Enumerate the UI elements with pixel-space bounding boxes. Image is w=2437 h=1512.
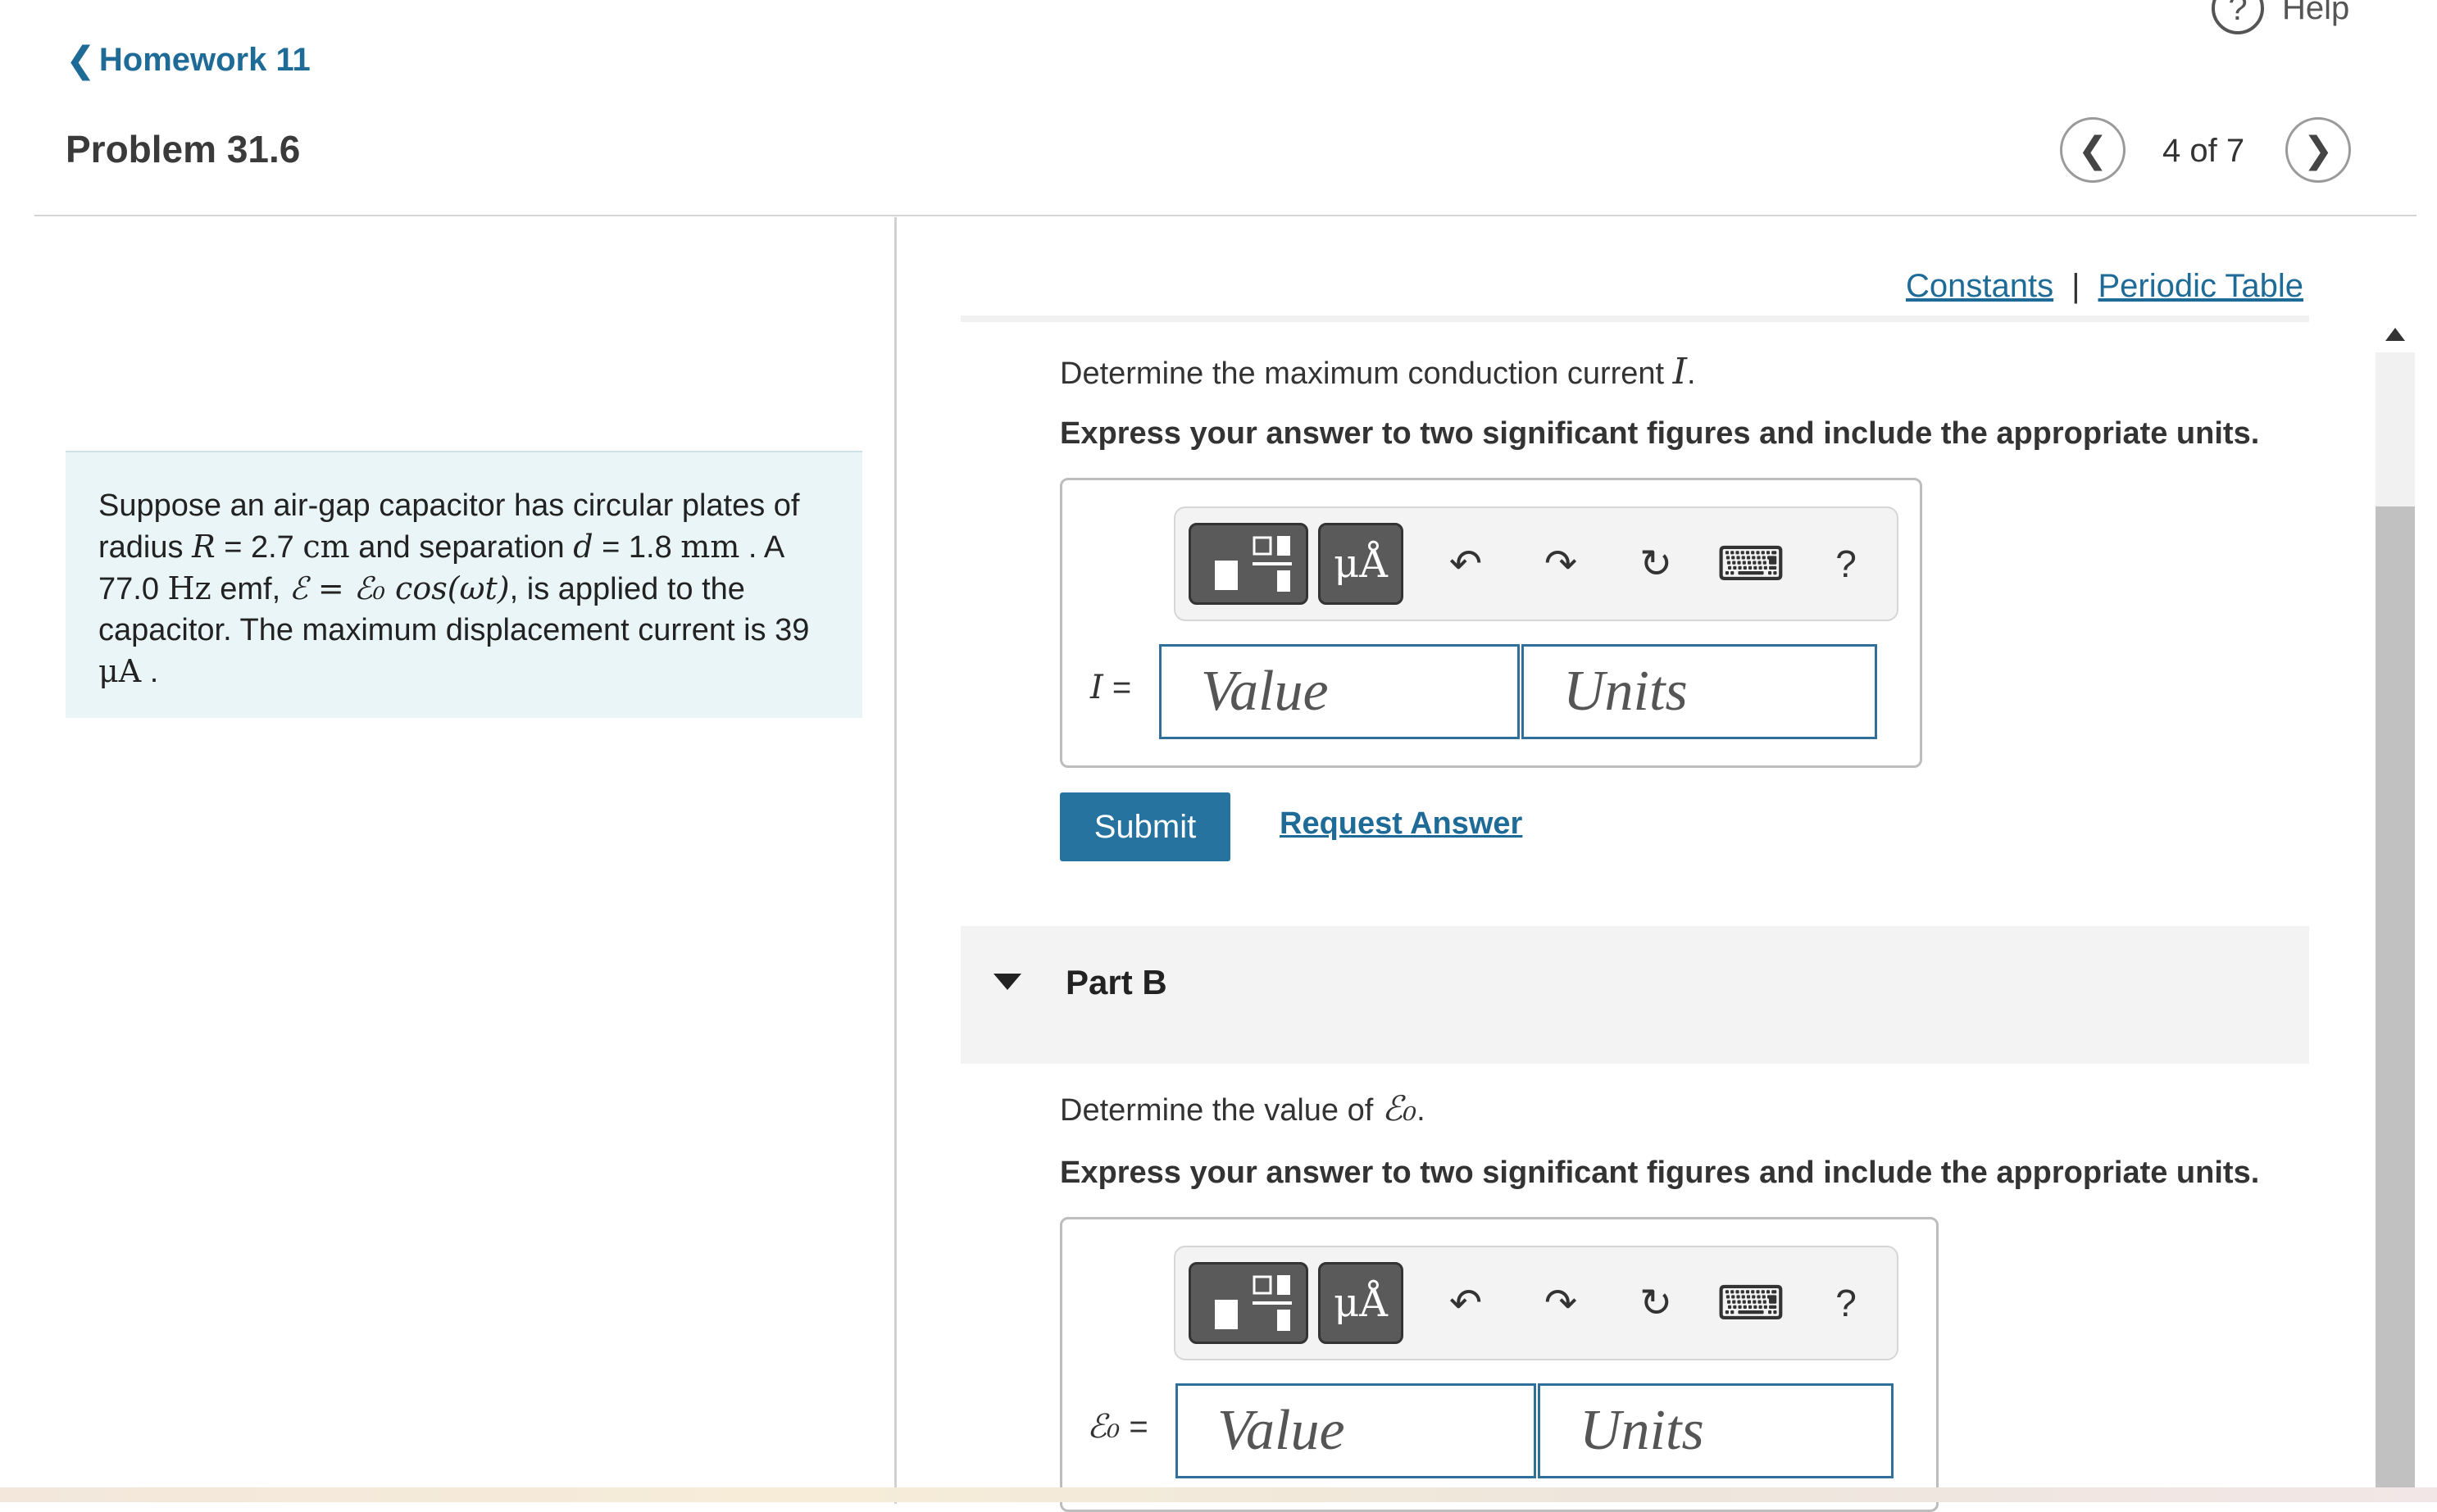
equals-sign: = xyxy=(1103,670,1132,706)
problem-counter: 4 of 7 xyxy=(2162,133,2245,169)
var-emf0: ℰ₀ xyxy=(1087,1408,1121,1446)
link-separator: | xyxy=(2071,268,2080,304)
window-bottom-strip xyxy=(0,1487,2437,1502)
question-text: Determine the value of xyxy=(1060,1093,1382,1128)
part-a-instruction: Express your answer to two significant f… xyxy=(1060,416,2260,451)
question-end: . xyxy=(1687,356,1696,391)
previous-problem-button[interactable]: ❮ xyxy=(2060,117,2126,183)
var-emf0: ℰ₀ xyxy=(1381,1088,1417,1128)
resource-links: Constants | Periodic Table xyxy=(1906,268,2303,305)
template-icon xyxy=(1215,1275,1292,1331)
units-button[interactable]: μÅ xyxy=(1318,1262,1403,1344)
help-link[interactable]: ? Help xyxy=(2212,0,2349,34)
part-b-variable-label: ℰ₀ = xyxy=(1087,1408,1148,1446)
header-divider xyxy=(34,215,2417,216)
value-placeholder: Value xyxy=(1217,1399,1345,1462)
undo-icon[interactable]: ↶ xyxy=(1433,1270,1498,1336)
part-a-value-input[interactable]: Value xyxy=(1159,644,1520,739)
submit-button[interactable]: Submit xyxy=(1060,792,1230,861)
part-a-question: Determine the maximum conduction current… xyxy=(1060,351,1696,393)
part-a-variable-label: I = xyxy=(1090,669,1131,706)
unit-hz: Hz xyxy=(167,570,211,606)
units-button[interactable]: μÅ xyxy=(1318,523,1403,605)
problem-statement: Suppose an air-gap capacitor has circula… xyxy=(66,451,862,718)
reset-icon[interactable]: ↻ xyxy=(1623,1270,1689,1336)
emf-equation: ℰ = ℰ₀ cos(ωt) xyxy=(289,570,510,606)
part-a-header-bar xyxy=(961,316,2309,322)
statement-text: = 2.7 xyxy=(215,530,303,565)
var-d: d xyxy=(573,529,593,565)
redo-icon[interactable]: ↷ xyxy=(1528,1270,1594,1336)
back-link-label: Homework 11 xyxy=(98,42,311,78)
part-b-answer-box: μÅ ↶ ↷ ↻ ⌨ ? ℰ₀ = Value Units xyxy=(1060,1217,1939,1512)
keyboard-icon[interactable]: ⌨ xyxy=(1716,1270,1785,1336)
part-a-units-input[interactable]: Units xyxy=(1521,644,1877,739)
part-b-question: Determine the value of ℰ₀. xyxy=(1060,1088,1425,1128)
var-I: I xyxy=(1090,669,1103,706)
template-button[interactable] xyxy=(1189,1262,1308,1344)
statement-text: = 1.8 xyxy=(593,530,681,565)
question-end: . xyxy=(1416,1093,1425,1128)
collapse-triangle-icon[interactable] xyxy=(993,974,1021,990)
page-title: Problem 31.6 xyxy=(66,128,301,170)
help-circle-icon: ? xyxy=(2212,0,2264,34)
unit-microamp: μA xyxy=(98,653,142,689)
undo-icon[interactable]: ↶ xyxy=(1433,531,1498,597)
help-label: Help xyxy=(2282,0,2350,26)
units-placeholder: Units xyxy=(1563,660,1688,723)
constants-link[interactable]: Constants xyxy=(1906,268,2053,305)
scrollbar-thumb[interactable] xyxy=(2376,506,2415,1502)
part-b-units-input[interactable]: Units xyxy=(1538,1383,1894,1478)
part-b-instruction: Express your answer to two significant f… xyxy=(1060,1156,2260,1190)
back-to-homework-link[interactable]: ❮ Homework 11 xyxy=(66,39,311,81)
redo-icon[interactable]: ↷ xyxy=(1528,531,1594,597)
statement-text: . xyxy=(141,655,159,689)
chevron-left-icon: ❮ xyxy=(66,40,96,80)
template-button[interactable] xyxy=(1189,523,1308,605)
part-a-answer-box: μÅ ↶ ↷ ↻ ⌨ ? I = Value Units xyxy=(1060,478,1922,768)
value-placeholder: Value xyxy=(1201,660,1329,723)
request-answer-link[interactable]: Request Answer xyxy=(1280,806,1522,842)
help-icon[interactable]: ? xyxy=(1813,1270,1879,1336)
template-icon xyxy=(1215,536,1292,592)
var-I: I xyxy=(1672,351,1688,393)
unit-mm: mm xyxy=(680,529,740,565)
chevron-right-icon: ❯ xyxy=(2303,129,2334,170)
statement-text: emf, xyxy=(211,572,289,606)
part-b-value-input[interactable]: Value xyxy=(1175,1383,1536,1478)
scroll-up-arrow-icon[interactable] xyxy=(2385,328,2405,341)
statement-text: and separation xyxy=(349,530,574,565)
periodic-table-link[interactable]: Periodic Table xyxy=(2098,268,2304,305)
unit-cm: cm xyxy=(302,529,350,565)
column-divider xyxy=(894,217,897,1504)
part-b-title: Part B xyxy=(1066,963,1167,1001)
part-b-toolbar: μÅ ↶ ↷ ↻ ⌨ ? xyxy=(1174,1246,1898,1360)
equals-sign: = xyxy=(1120,1409,1148,1445)
var-R: R xyxy=(192,529,216,565)
keyboard-icon[interactable]: ⌨ xyxy=(1716,531,1785,597)
chevron-left-icon: ❮ xyxy=(2077,129,2108,170)
question-text: Determine the maximum conduction current xyxy=(1060,356,1673,391)
help-icon[interactable]: ? xyxy=(1813,531,1879,597)
reset-icon[interactable]: ↻ xyxy=(1623,531,1689,597)
part-a-toolbar: μÅ ↶ ↷ ↻ ⌨ ? xyxy=(1174,506,1898,621)
units-placeholder: Units xyxy=(1580,1399,1704,1462)
next-problem-button[interactable]: ❯ xyxy=(2285,117,2351,183)
